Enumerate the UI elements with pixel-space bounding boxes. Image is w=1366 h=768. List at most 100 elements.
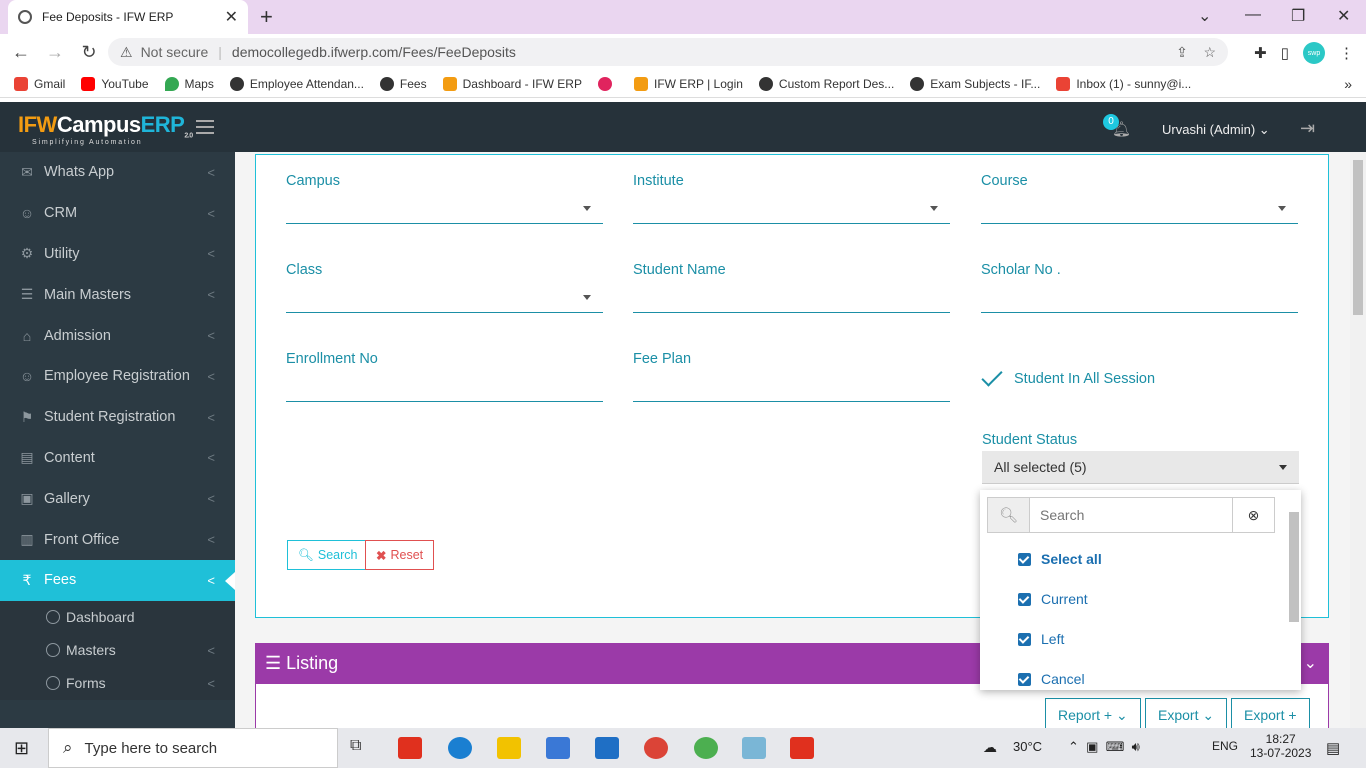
- forward-icon[interactable]: →: [38, 42, 72, 63]
- close-window-icon[interactable]: ✕: [1337, 6, 1350, 26]
- sidebar-item-content[interactable]: ▤ Content <: [0, 438, 235, 479]
- puzzle-icon[interactable]: ✚: [1254, 44, 1267, 62]
- bookmark-exam-subjects[interactable]: Exam Subjects - IF...: [910, 76, 1040, 91]
- student-in-all-session-checkbox[interactable]: Student In All Session: [981, 365, 1155, 387]
- sidebar-item-front-office[interactable]: ▥ Front Office <: [0, 519, 235, 560]
- task-view-icon[interactable]: ⧉: [350, 737, 374, 759]
- bookmark-inbox[interactable]: Inbox (1) - sunny@i...: [1056, 76, 1191, 91]
- notification-center-icon[interactable]: ▤: [1326, 739, 1340, 757]
- institute-select[interactable]: Institute: [633, 173, 950, 224]
- student-status-select[interactable]: All selected (5): [982, 451, 1299, 484]
- sidebar-subitem-label: Forms: [66, 675, 106, 692]
- sidebar-item-student-registration[interactable]: ⚑ Student Registration <: [0, 397, 235, 438]
- chevron-down-icon[interactable]: ⌄: [1198, 6, 1211, 26]
- kebab-menu-icon[interactable]: ⋮: [1339, 44, 1354, 62]
- browser-tab[interactable]: Fee Deposits - IFW ERP ✕: [8, 0, 248, 34]
- language[interactable]: ENG: [1212, 739, 1238, 753]
- back-icon[interactable]: ←: [4, 42, 38, 63]
- more-bookmarks-icon[interactable]: »: [1344, 76, 1352, 92]
- sidebar-subitem-dashboard[interactable]: Dashboard: [0, 600, 235, 634]
- anydesk-icon[interactable]: [790, 737, 814, 759]
- cogs-icon: ⚙: [20, 245, 34, 262]
- sidebar-subitem-forms[interactable]: Forms <: [0, 666, 235, 700]
- share-star-icons[interactable]: ⇪ ☆: [1176, 44, 1216, 61]
- chevron-left-icon: <: [207, 205, 215, 221]
- bookmark-custom-report[interactable]: Custom Report Des...: [758, 76, 894, 91]
- clock[interactable]: 18:27 13-07-2023: [1250, 732, 1311, 760]
- campus-select[interactable]: Campus: [286, 173, 603, 224]
- sidebar-item-whats-app[interactable]: ✉ Whats App <: [0, 152, 235, 193]
- dropdown-search-input[interactable]: [1030, 498, 1232, 532]
- chrome-icon[interactable]: [644, 737, 668, 759]
- chrome-profile-icon[interactable]: [694, 737, 718, 759]
- class-select[interactable]: Class: [286, 262, 603, 313]
- sidebar-item-main-masters[interactable]: ☰ Main Masters <: [0, 274, 235, 315]
- bookmark-dashboard[interactable]: Dashboard - IFW ERP: [442, 76, 582, 91]
- export-dropdown-button[interactable]: Export ⌄: [1145, 698, 1228, 728]
- option-left[interactable]: Left: [1018, 631, 1064, 647]
- sidebar-item-crm[interactable]: ☺ CRM <: [0, 193, 235, 234]
- hamburger-menu-icon[interactable]: [196, 120, 214, 134]
- search-button[interactable]: 🔍︎ Search: [287, 540, 369, 570]
- enrollment-no-field[interactable]: Enrollment No: [286, 351, 603, 402]
- clear-icon[interactable]: ⊗: [1232, 498, 1274, 532]
- omnibox[interactable]: ⚠ Not secure | democollegedb.ifwerp.com/…: [108, 38, 1228, 66]
- fee-plan-field[interactable]: Fee Plan: [633, 351, 950, 402]
- sidebar-item-employee-registration[interactable]: ☺ Employee Registration <: [0, 356, 235, 397]
- bookmark-employee-attendance[interactable]: Employee Attendan...: [229, 76, 364, 91]
- chevron-down-icon: [583, 206, 591, 211]
- minimize-icon[interactable]: —: [1245, 6, 1261, 24]
- tray-icons[interactable]: ⌃ ▣ ⌨ 🔊︎: [1068, 739, 1140, 755]
- bookmark-maps[interactable]: Maps: [164, 76, 214, 91]
- profile-avatar[interactable]: swp: [1303, 42, 1325, 64]
- favicon-icon: [18, 10, 32, 24]
- app-icon: [597, 76, 612, 91]
- file-explorer-icon[interactable]: [497, 737, 521, 759]
- bookmark-fees[interactable]: Fees: [379, 76, 427, 91]
- option-select-all[interactable]: Select all: [1018, 551, 1102, 567]
- sidepanel-icon[interactable]: ▯: [1281, 44, 1289, 62]
- close-tab-icon[interactable]: ✕: [225, 7, 238, 27]
- logo[interactable]: IFWCampusERP2.0 Simplifying Automation: [18, 112, 193, 146]
- chevron-left-icon: <: [207, 409, 215, 425]
- logout-icon[interactable]: ⇥: [1300, 118, 1315, 139]
- edge-icon[interactable]: [448, 737, 472, 759]
- notepad-icon[interactable]: [742, 737, 766, 759]
- export-plus-button[interactable]: Export +: [1231, 698, 1310, 728]
- mail-icon[interactable]: [595, 737, 619, 759]
- new-tab-icon[interactable]: +: [260, 4, 273, 30]
- sidebar-item-label: Admission: [44, 327, 111, 344]
- restore-icon[interactable]: ❐: [1291, 6, 1305, 26]
- bookmark-gmail[interactable]: Gmail: [14, 76, 65, 91]
- student-name-field[interactable]: Student Name: [633, 262, 950, 313]
- reload-icon[interactable]: ↻: [72, 42, 106, 63]
- temperature[interactable]: 30°C: [1013, 739, 1042, 754]
- option-cancel[interactable]: Cancel: [1018, 671, 1085, 687]
- bookmark-ifw-login[interactable]: IFW ERP | Login: [633, 76, 743, 91]
- app-v-icon[interactable]: [398, 737, 422, 759]
- checkbox-checked-icon: [1018, 672, 1031, 686]
- app-header: IFWCampusERP2.0 Simplifying Automation 🔔…: [0, 102, 1366, 152]
- sidebar-subitem-masters[interactable]: Masters <: [0, 633, 235, 667]
- chevron-left-icon: <: [207, 572, 215, 588]
- windows-start-icon[interactable]: ⊞: [14, 738, 29, 759]
- report-button[interactable]: Report + ⌄: [1045, 698, 1141, 728]
- sidebar-item-gallery[interactable]: ▣ Gallery <: [0, 478, 235, 519]
- bookmark-red[interactable]: [597, 76, 618, 91]
- reset-button[interactable]: ✖ Reset: [365, 540, 435, 570]
- sidebar-item-fees[interactable]: ₹ Fees <: [0, 559, 235, 601]
- taskbar-search[interactable]: ⌕ Type here to search: [48, 728, 338, 768]
- sidebar-item-admission[interactable]: ⌂ Admission <: [0, 315, 235, 356]
- course-select[interactable]: Course: [981, 173, 1298, 224]
- store-icon[interactable]: [546, 737, 570, 759]
- bookmark-youtube[interactable]: YouTube: [81, 76, 149, 91]
- user-menu[interactable]: Urvashi (Admin) ⌄: [1162, 122, 1270, 138]
- weather-icon[interactable]: ☁: [983, 739, 997, 756]
- sidebar-item-utility[interactable]: ⚙ Utility <: [0, 234, 235, 275]
- dropdown-scrollbar[interactable]: [1289, 512, 1299, 622]
- scholar-no-field[interactable]: Scholar No .: [981, 262, 1298, 313]
- site-icon: [758, 76, 773, 91]
- chevron-down-icon[interactable]: ⌄: [1304, 653, 1317, 673]
- page-scrollbar[interactable]: [1350, 152, 1366, 728]
- option-current[interactable]: Current: [1018, 591, 1088, 607]
